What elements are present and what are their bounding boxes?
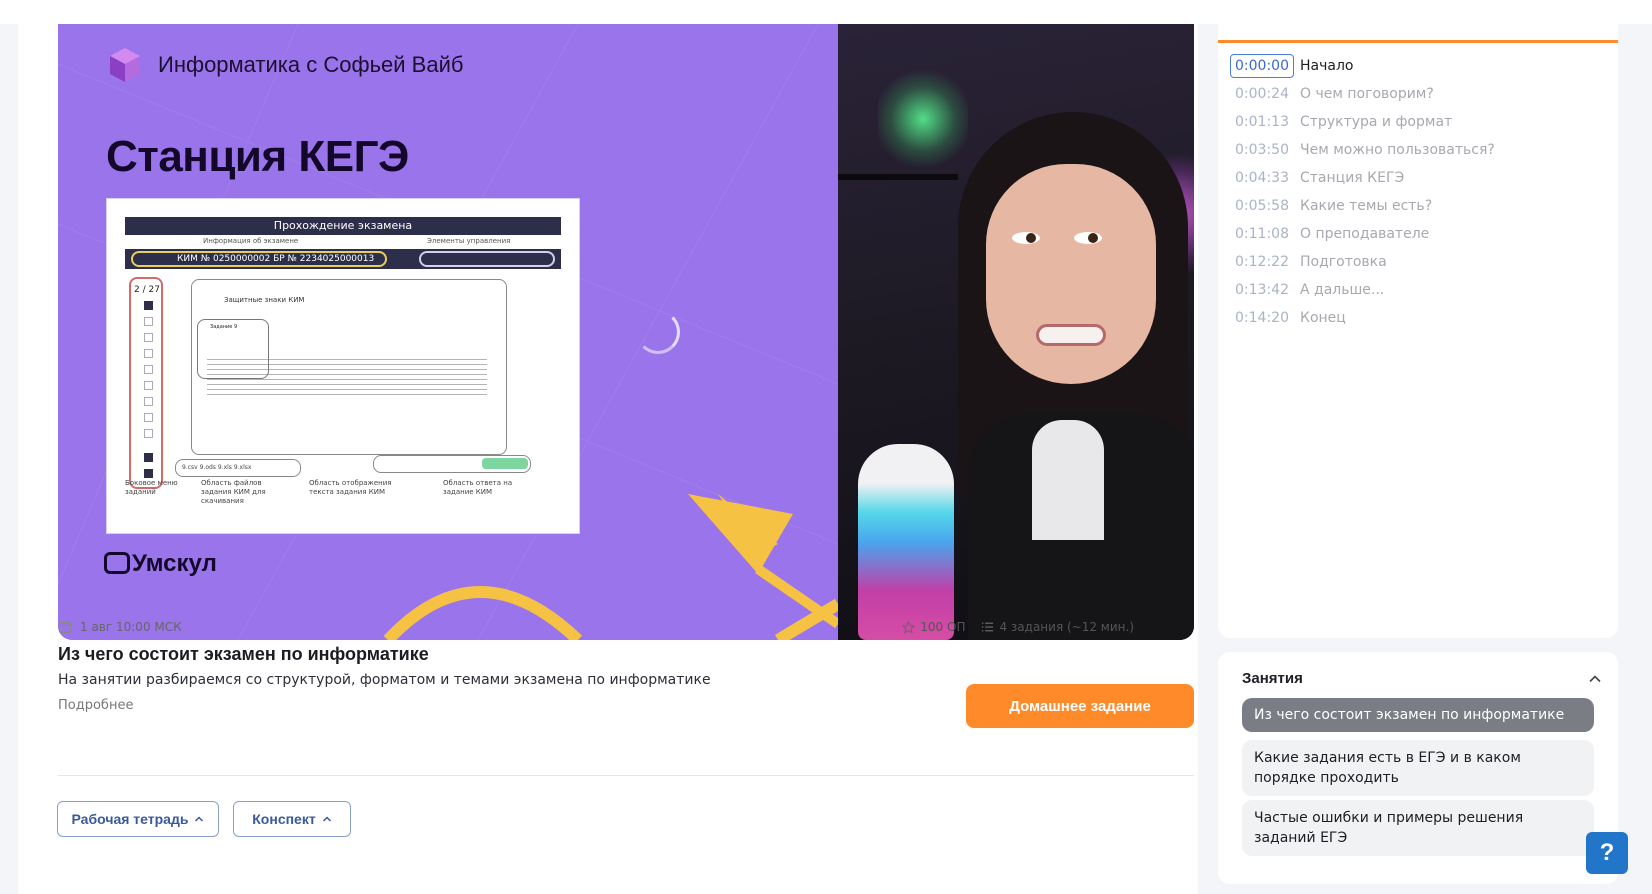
chapter-row[interactable]: 0:03:50 Чем можно пользоваться? [1230, 136, 1495, 164]
lesson-tasks-text: 4 задания (~12 мин.) [999, 620, 1134, 634]
exam-kim-bar: КИМ № 0250000002 БР № 2234025000013 [131, 251, 387, 267]
lesson-date: 1 авг 10:00 МСК [58, 620, 182, 634]
chapter-timecode[interactable]: 0:11:08 [1230, 222, 1294, 246]
loading-spinner-icon [636, 310, 680, 354]
summary-button-label: Конспект [252, 811, 316, 827]
chapters-list: 0:00:00 Начало 0:00:24 О чем поговорим? 0:01… [1230, 52, 1495, 332]
exam-side-menu: 2 / 27 [129, 277, 163, 489]
chevron-up-icon [322, 816, 331, 822]
chapter-timecode[interactable]: 0:00:00 [1230, 54, 1294, 78]
brand-text: Информатика с Софьей Вайб [158, 52, 464, 77]
chapter-row[interactable]: 0:05:58 Какие темы есть? [1230, 192, 1495, 220]
exam-caption-2: Область файлов задания КИМ для скачивани… [201, 479, 266, 505]
exam-files: 9.csv 9.ods 9.xls 9.xlsx [175, 459, 301, 477]
exam-caption-1: Боковое меню заданий [125, 479, 178, 496]
exam-controls-label: Элементы управления [427, 237, 511, 245]
chapter-label: Какие темы есть? [1300, 198, 1433, 214]
divider [58, 775, 1194, 776]
lesson-item[interactable]: Частые ошибки и примеры решения заданий … [1242, 800, 1594, 856]
lesson-points-text: 100 ОП [920, 620, 966, 634]
webcam-feed [838, 24, 1194, 640]
lesson-title: Из чего состоит экзамен по информатике [58, 644, 429, 664]
chapter-row[interactable]: 0:13:42 А дальше... [1230, 276, 1495, 304]
chapter-label: Начало [1300, 58, 1354, 74]
chapter-label: Конец [1300, 310, 1346, 326]
exam-task-counter: 2 / 27 [134, 285, 160, 295]
lessons-panel: Занятия Из чего состоит экзамен по инфор… [1218, 652, 1618, 884]
lesson-tasks: 4 задания (~12 мин.) [981, 620, 1134, 634]
chapter-timecode[interactable]: 0:03:50 [1230, 138, 1294, 162]
slide-logo-text: Умскул [132, 550, 217, 577]
chapter-timecode[interactable]: 0:04:33 [1230, 166, 1294, 190]
homework-button[interactable]: Домашнее задание [966, 684, 1194, 728]
exam-kim-signs: Защитные знаки КИМ [224, 296, 305, 304]
star-icon [902, 620, 916, 634]
more-link[interactable]: Подробнее [58, 698, 133, 713]
chevron-up-icon [195, 816, 204, 822]
lesson-points: 100 ОП [902, 620, 965, 634]
list-icon [982, 622, 994, 632]
exam-info-label: Информация об экзамене [203, 237, 299, 245]
exam-caption-3: Область отображения текста задания КИМ [309, 479, 392, 496]
chapter-row[interactable]: 0:00:24 О чем поговорим? [1230, 80, 1495, 108]
lesson-item-active[interactable]: Из чего состоит экзамен по информатике [1242, 698, 1594, 732]
chapter-row[interactable]: 0:14:20 Конец [1230, 304, 1495, 332]
chapter-row[interactable]: 0:11:08 О преподавателе [1230, 220, 1495, 248]
summary-button[interactable]: Конспект [233, 801, 351, 837]
presenter-face [986, 164, 1156, 384]
lesson-description: На занятии разбираемся со структурой, фо… [58, 672, 711, 688]
brand-cube-icon [110, 48, 140, 82]
chapter-row[interactable]: 0:12:22 Подготовка [1230, 248, 1495, 276]
video-player[interactable]: Информатика с Софьей Вайб Станция КЕГЭ П… [58, 24, 1194, 640]
chapter-timecode[interactable]: 0:01:13 [1230, 110, 1294, 134]
chapter-timecode[interactable]: 0:05:58 [1230, 194, 1294, 218]
chapter-label: Структура и формат [1300, 114, 1453, 130]
slide-umskul-logo: Умскул [104, 550, 217, 578]
chevron-up-icon[interactable] [1588, 672, 1602, 686]
exam-answer-box [373, 455, 531, 473]
chapters-progress-bar [1218, 40, 1618, 43]
lesson-stats: 100 ОП 4 задания (~12 мин.) [902, 620, 1134, 634]
chapter-timecode[interactable]: 0:14:20 [1230, 306, 1294, 330]
chapter-timecode[interactable]: 0:12:22 [1230, 250, 1294, 274]
chapter-label: Станция КЕГЭ [1300, 170, 1405, 186]
chapter-timecode[interactable]: 0:13:42 [1230, 278, 1294, 302]
lessons-title: Занятия [1242, 670, 1303, 687]
lesson-item[interactable]: Какие задания есть в ЕГЭ и в каком поряд… [1242, 740, 1594, 796]
chapter-label: Подготовка [1300, 254, 1387, 270]
slide-brand: Информатика с Софьей Вайб [106, 46, 463, 84]
exam-header: Прохождение экзамена [125, 217, 561, 235]
workbook-button[interactable]: Рабочая тетрадь [57, 801, 219, 837]
exam-station-screenshot: Прохождение экзамена Информация об экзам… [106, 198, 580, 534]
help-button[interactable]: ? [1586, 832, 1628, 874]
microphone [858, 444, 954, 640]
chapter-label: А дальше... [1300, 282, 1385, 298]
chapter-label: О чем поговорим? [1300, 86, 1434, 102]
calendar-icon [58, 621, 72, 634]
chapter-row[interactable]: 0:04:33 Станция КЕГЭ [1230, 164, 1495, 192]
video-slide: Информатика с Софьей Вайб Станция КЕГЭ П… [58, 24, 838, 640]
lesson-date-text: 1 авг 10:00 МСК [80, 620, 182, 634]
chapter-label: О преподавателе [1300, 226, 1430, 242]
workbook-button-label: Рабочая тетрадь [71, 811, 189, 827]
slide-title: Станция КЕГЭ [106, 132, 409, 181]
chapter-row[interactable]: 0:00:00 Начало [1230, 52, 1495, 80]
exam-controls-bar [419, 251, 555, 267]
chapter-label: Чем можно пользоваться? [1300, 142, 1495, 158]
exam-task-text [207, 359, 487, 399]
chapters-panel: 0:00:00 Начало 0:00:24 О чем поговорим? 0:01… [1218, 0, 1618, 638]
chapter-row[interactable]: 0:01:13 Структура и формат [1230, 108, 1495, 136]
exam-caption-4: Область ответа на задание КИМ [443, 479, 513, 496]
chapter-timecode[interactable]: 0:00:24 [1230, 82, 1294, 106]
